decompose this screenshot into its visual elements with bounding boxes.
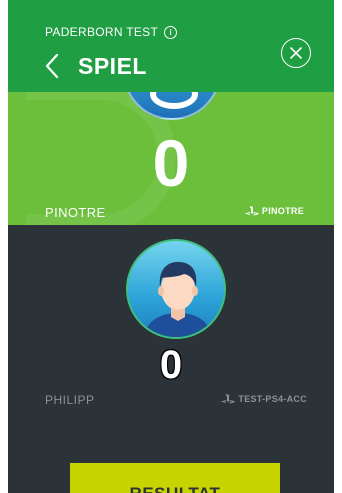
close-icon <box>290 47 302 59</box>
tournament-name: PADERBORN TEST <box>45 25 159 39</box>
result-button[interactable]: RESULTAT <box>70 463 280 493</box>
avatar-ring <box>150 92 198 109</box>
player2-score: 0 <box>159 343 183 387</box>
player1-psn-id: PINOTRE <box>261 206 304 216</box>
playstation-icon <box>221 394 236 404</box>
chevron-left-icon <box>45 53 59 79</box>
tournament-row: PADERBORN TEST i <box>45 25 178 39</box>
player2-psn: TEST-PS4-ACC <box>221 394 307 404</box>
player2-avatar <box>126 239 226 339</box>
player1-psn: PINOTRE <box>244 206 304 216</box>
person-avatar-icon <box>143 261 213 337</box>
game-screen: PADERBORN TEST i SPIEL 0 PINOTRE PINOTRE… <box>8 0 334 493</box>
player2-name: PHILIPP <box>45 393 95 407</box>
player1-score: 0 <box>152 126 190 200</box>
player1-name: PINOTRE <box>45 205 106 220</box>
close-button[interactable] <box>281 38 311 68</box>
playstation-icon <box>244 206 259 216</box>
header: PADERBORN TEST i SPIEL <box>8 0 334 92</box>
player1-panel: 0 PINOTRE PINOTRE <box>8 92 334 225</box>
back-button[interactable] <box>42 52 64 80</box>
page-title: SPIEL <box>78 53 147 79</box>
player2-psn-id: TEST-PS4-ACC <box>238 394 307 404</box>
info-icon[interactable]: i <box>164 25 178 39</box>
